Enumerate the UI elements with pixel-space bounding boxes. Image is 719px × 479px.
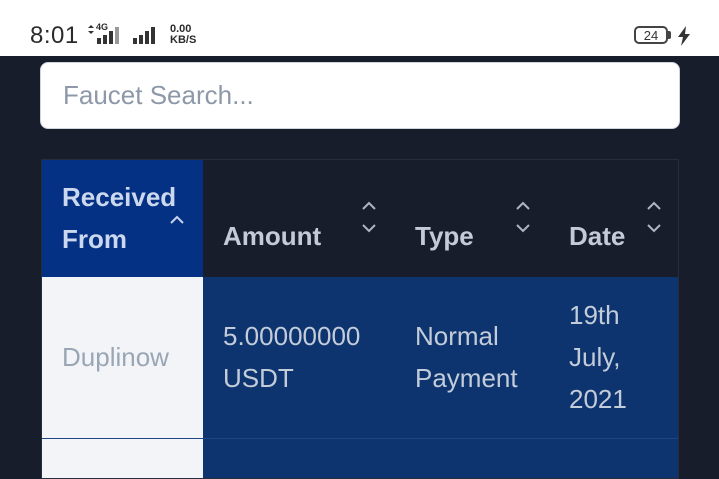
net-speed-unit: KB/S (170, 34, 197, 46)
table-row (42, 438, 678, 478)
cell-type (395, 438, 549, 478)
battery-level: 24 (643, 28, 659, 43)
battery-tip (668, 31, 671, 39)
payments-table: Received From Amount Type Date Duplinow … (41, 159, 679, 479)
column-header-received-from[interactable]: Received From (42, 160, 203, 277)
sort-both-icon[interactable] (515, 200, 531, 234)
sort-both-icon[interactable] (361, 200, 377, 234)
status-time: 8:01 (30, 22, 79, 49)
sort-both-icon[interactable] (646, 200, 662, 234)
battery-icon: 24 (634, 26, 668, 44)
type-line2: Payment (415, 363, 518, 394)
column-header-date[interactable]: Date (549, 160, 678, 277)
charging-bolt-icon (678, 26, 690, 46)
network-type-label: 4G (96, 22, 109, 32)
sort-ascending-icon[interactable] (169, 212, 185, 226)
cell-amount: 5.00000000 USDT (203, 277, 395, 439)
header-label: Date (569, 221, 626, 251)
cell-received-from (42, 438, 203, 478)
column-header-amount[interactable]: Amount (203, 160, 395, 277)
amount-value: 5.00000000 (223, 321, 361, 352)
received-from-value: Duplinow (62, 342, 169, 373)
header-label: Amount (223, 221, 322, 251)
table-row: Duplinow 5.00000000 USDT Normal Payment … (42, 277, 678, 439)
date-line2: July, (569, 342, 621, 373)
net-speed: 0.00 KB/S (170, 24, 196, 46)
table-header-row: Received From Amount Type Date (42, 160, 678, 277)
cell-received-from: Duplinow (42, 277, 203, 439)
cell-type: Normal Payment (395, 277, 549, 439)
column-header-type[interactable]: Type (395, 160, 549, 277)
cell-date: 19th July, 2021 (549, 277, 678, 439)
date-line3: 2021 (569, 384, 627, 415)
cell-date (549, 438, 678, 478)
signal-icon (133, 27, 155, 44)
status-bar: 8:01 4G 0.00 KB/S 24 (0, 0, 719, 56)
date-line1: 19th (569, 300, 620, 331)
header-label: Type (415, 221, 474, 251)
faucet-search-input[interactable] (40, 62, 680, 129)
type-line1: Normal (415, 321, 499, 352)
cell-amount (203, 438, 395, 478)
amount-currency: USDT (223, 363, 294, 394)
